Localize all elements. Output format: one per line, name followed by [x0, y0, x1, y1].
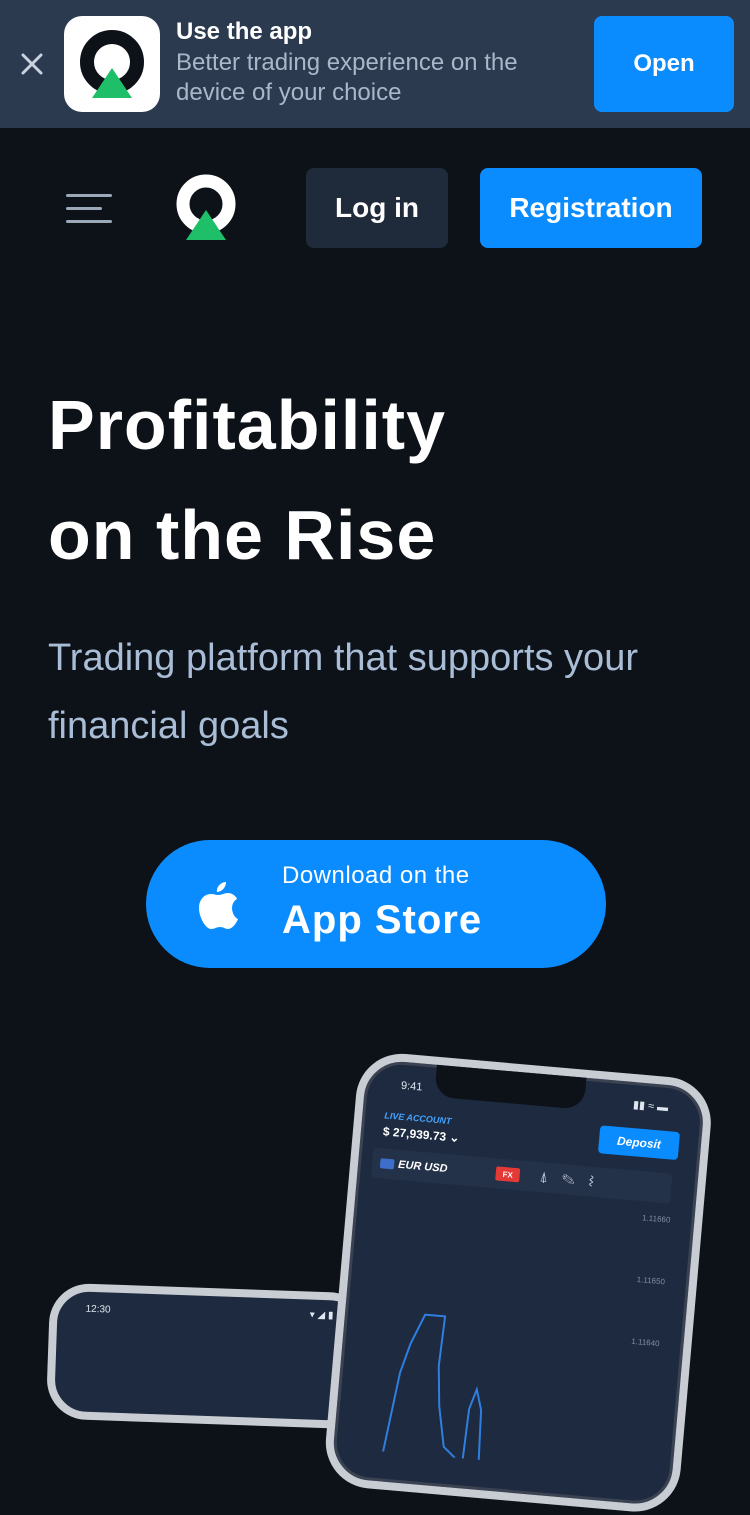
hero-subtitle: Trading platform that supports your fina… [48, 637, 638, 747]
brand-logo-icon[interactable] [174, 174, 238, 242]
apple-icon [196, 878, 240, 930]
hamburger-menu-icon[interactable] [64, 192, 114, 226]
open-app-button[interactable]: Open [594, 16, 734, 112]
phone-mockup-secondary: 12:30 ▾ ◢ ▮ [45, 1282, 371, 1430]
phone-mockup-main: 9:41 ▮▮ ≈ ▬ LIVE ACCOUNT $ 27,939.73 ⌄ D… [322, 1050, 715, 1515]
account-label: LIVE ACCOUNT [383, 1110, 452, 1127]
price-label: 1.11650 [636, 1275, 666, 1287]
app-logo-icon [64, 16, 160, 112]
registration-button[interactable]: Registration [480, 168, 702, 248]
price-label: 1.11640 [630, 1336, 660, 1349]
banner-subtitle: Better trading experience on the device … [176, 49, 518, 106]
phone-time: 9:41 [400, 1079, 423, 1094]
phone-status-icons: ▾ ◢ ▮ [309, 1309, 334, 1322]
flag-icon [379, 1158, 395, 1170]
price-label: 1.11660 [641, 1213, 671, 1225]
store-small-text: Download on the [282, 862, 470, 889]
hero-title-line1: Profitability [48, 386, 447, 464]
deposit-button: Deposit [597, 1125, 681, 1161]
banner-title: Use the app [176, 18, 313, 45]
store-big-text: App Store [282, 898, 483, 942]
login-button[interactable]: Log in [306, 168, 448, 248]
phone-toolbar: EUR USD FX ⍋✎⌇ [370, 1147, 673, 1204]
app-banner: Use the app Better trading experience on… [0, 0, 750, 128]
phone-status-icons: ▮▮ ≈ ▬ [632, 1099, 669, 1115]
currency-pair: EUR USD [397, 1158, 448, 1176]
price-chart-icon [382, 1313, 483, 1460]
chart-tools-icons: ⍋✎⌇ [538, 1168, 609, 1191]
account-balance: $ 27,939.73 ⌄ [382, 1124, 461, 1145]
fx-badge: FX [495, 1166, 521, 1183]
hero-title-line2: on the Rise [48, 496, 437, 574]
phone-time: 12:30 [85, 1303, 111, 1316]
app-store-button[interactable]: Download on the App Store [146, 840, 606, 968]
phone-notch [434, 1062, 587, 1110]
close-icon[interactable] [18, 50, 46, 78]
hero-title: Profitability on the Rise [48, 370, 698, 590]
